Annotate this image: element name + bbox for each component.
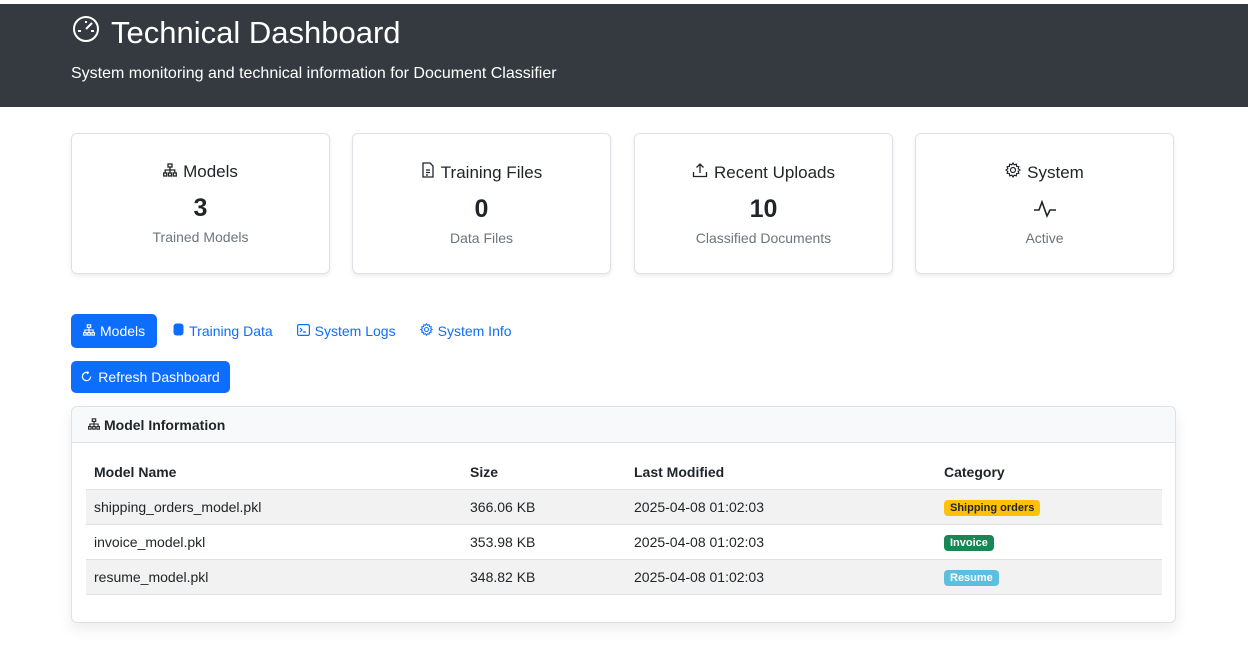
training-files-card-value: 0 (474, 194, 489, 223)
category-cell: Resume (936, 559, 1162, 595)
column-header-last-modified: Last Modified (626, 455, 936, 490)
table-header-row: Model Name Size Last Modified Category (86, 455, 1162, 490)
panel-title: Model Information (104, 416, 226, 433)
recent-uploads-card: Recent Uploads 10 Classified Documents (634, 133, 893, 274)
refresh-dashboard-label: Refresh Dashboard (98, 369, 220, 385)
model-name-cell: invoice_model.pkl (86, 524, 462, 560)
upload-icon (692, 162, 708, 183)
category-badge: Shipping orders (944, 500, 1041, 516)
gear-icon (419, 322, 433, 339)
page-title: Technical Dashboard (71, 14, 401, 52)
refresh-icon (81, 369, 92, 385)
page-header: Technical Dashboard System monitoring an… (0, 4, 1248, 107)
system-card: System Active (915, 133, 1174, 274)
category-cell: Invoice (936, 524, 1162, 560)
table-row: resume_model.pkl 348.82 KB 2025-04-08 01… (86, 559, 1162, 595)
tab-system-info[interactable]: System Info (408, 314, 524, 348)
panel-header: Model Information (72, 407, 1175, 443)
models-table: Model Name Size Last Modified Category s… (86, 455, 1162, 595)
refresh-dashboard-button[interactable]: Refresh Dashboard (71, 361, 230, 393)
category-badge: Invoice (944, 535, 994, 551)
activity-icon (916, 194, 1173, 224)
file-text-icon (421, 162, 435, 183)
last-modified-cell: 2025-04-08 01:02:03 (626, 489, 936, 525)
diagram-icon (83, 323, 95, 339)
tab-models-label: Models (100, 323, 146, 339)
training-files-card-caption: Data Files (449, 230, 514, 246)
system-card-caption: Active (1025, 230, 1064, 246)
size-cell: 366.06 KB (462, 489, 626, 525)
size-cell: 353.98 KB (462, 524, 626, 560)
system-card-title: System (1027, 162, 1084, 182)
training-files-card-title: Training Files (440, 162, 543, 182)
models-card-value: 3 (193, 193, 208, 222)
gear-icon (1005, 161, 1022, 183)
models-card-title: Models (183, 162, 238, 181)
page-title-text: Technical Dashboard (111, 15, 401, 50)
category-cell: Shipping orders (936, 489, 1162, 525)
recent-uploads-card-caption: Classified Documents (695, 230, 832, 246)
column-header-category: Category (936, 455, 1162, 490)
tab-system-logs[interactable]: System Logs (285, 314, 408, 348)
database-icon (173, 323, 184, 339)
table-row: shipping_orders_model.pkl 366.06 KB 2025… (86, 489, 1162, 525)
tab-system-logs-label: System Logs (314, 323, 396, 339)
tab-training-data-label: Training Data (189, 323, 273, 339)
last-modified-cell: 2025-04-08 01:02:03 (626, 559, 936, 595)
table-row: invoice_model.pkl 353.98 KB 2025-04-08 0… (86, 524, 1162, 560)
tab-system-info-label: System Info (437, 323, 512, 339)
column-header-size: Size (462, 455, 626, 490)
recent-uploads-card-value: 10 (749, 194, 778, 223)
last-modified-cell: 2025-04-08 01:02:03 (626, 524, 936, 560)
model-name-cell: resume_model.pkl (86, 559, 462, 595)
tab-bar: Models Training Data System Logs System … (71, 314, 524, 348)
column-header-model-name: Model Name (86, 455, 462, 490)
page-subtitle: System monitoring and technical informat… (71, 65, 557, 82)
models-card: Models 3 Trained Models (71, 133, 330, 274)
speedometer-icon (71, 14, 111, 52)
terminal-icon (296, 323, 310, 339)
training-files-card: Training Files 0 Data Files (352, 133, 611, 274)
model-name-cell: shipping_orders_model.pkl (86, 489, 462, 525)
diagram-icon (163, 162, 178, 182)
category-badge: Resume (944, 570, 999, 586)
tab-training-data[interactable]: Training Data (161, 314, 285, 348)
models-card-caption: Trained Models (152, 229, 249, 245)
recent-uploads-card-title: Recent Uploads (714, 162, 835, 182)
model-information-panel: Model Information Model Name Size Last M… (71, 406, 1176, 623)
tab-models[interactable]: Models (71, 314, 158, 348)
size-cell: 348.82 KB (462, 559, 626, 595)
diagram-icon (88, 417, 100, 433)
